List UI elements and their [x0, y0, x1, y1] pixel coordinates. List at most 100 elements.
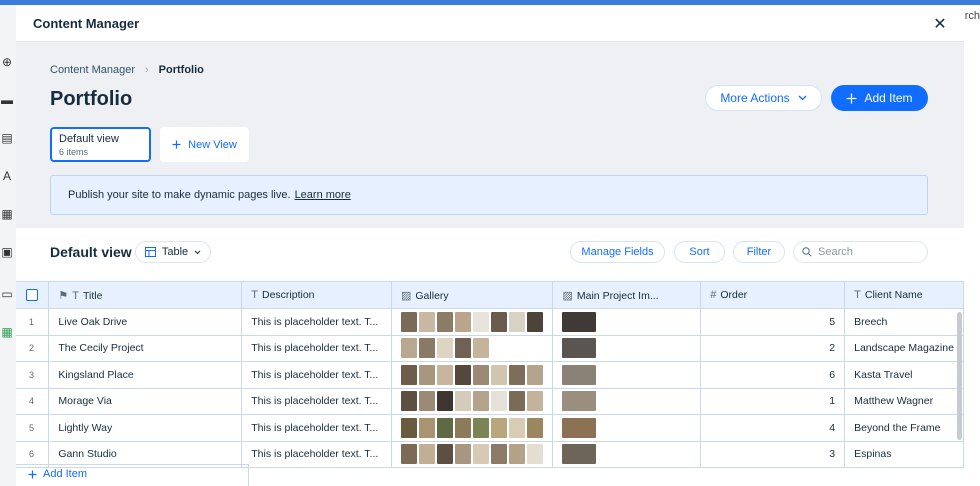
cell-title[interactable]: The Cecily Project: [48, 335, 243, 362]
column-header-title[interactable]: ⚑ T Title: [48, 281, 243, 309]
cell-order[interactable]: 6: [700, 361, 846, 389]
cell-description[interactable]: This is placeholder text. T...: [241, 335, 392, 362]
new-view-button[interactable]: New View: [160, 127, 249, 162]
cell-gallery[interactable]: [391, 441, 554, 468]
cell-order[interactable]: 4: [700, 414, 846, 442]
cell-description[interactable]: This is placeholder text. T...: [241, 388, 392, 415]
table-icon: [144, 247, 156, 257]
design-icon[interactable]: A: [0, 169, 14, 183]
learn-more-link[interactable]: Learn more: [295, 189, 351, 201]
view-card-default[interactable]: Default view 6 items: [50, 127, 151, 162]
cell-gallery[interactable]: [391, 361, 554, 389]
breadcrumb: Content Manager › Portfolio: [50, 64, 204, 76]
table-row[interactable]: 3 Kingsland Place This is placeholder text…: [16, 361, 964, 389]
cell-main-image[interactable]: [552, 414, 702, 442]
cell-main-image[interactable]: [552, 308, 702, 336]
add-item-row-button[interactable]: Add Item: [28, 468, 87, 480]
cell-order[interactable]: 3: [700, 441, 846, 468]
plus-icon: [28, 470, 37, 478]
row-index[interactable]: 4: [16, 388, 50, 415]
media-icon[interactable]: ▭: [0, 287, 14, 301]
select-all-cell: [16, 281, 50, 309]
cell-gallery[interactable]: [391, 414, 554, 442]
cell-client[interactable]: Espinas: [844, 441, 964, 468]
gallery-thumbnails: [400, 391, 544, 412]
menu-icon[interactable]: ▬: [0, 93, 14, 107]
plus-icon: [172, 140, 181, 149]
view-count: 6 items: [59, 147, 89, 157]
row-index[interactable]: 3: [16, 361, 50, 389]
view-type-dropdown[interactable]: Table: [135, 241, 211, 263]
cell-client[interactable]: Beyond the Frame: [844, 414, 964, 442]
gallery-thumbnails: [400, 364, 544, 385]
add-item-row-label: Add Item: [43, 468, 88, 480]
row-index[interactable]: 2: [16, 335, 50, 362]
table-scrollbar[interactable]: [957, 312, 962, 440]
sort-button[interactable]: Sort: [674, 241, 725, 263]
gallery-thumbnail: [508, 364, 526, 385]
breadcrumb-root[interactable]: Content Manager: [50, 64, 135, 76]
cell-order[interactable]: 1: [700, 388, 846, 415]
cell-title[interactable]: Live Oak Drive: [48, 308, 243, 336]
gallery-thumbnail: [508, 444, 526, 465]
gallery-thumbnail: [418, 364, 436, 385]
manage-fields-button[interactable]: Manage Fields: [570, 241, 665, 263]
add-item-label: Add Item: [864, 91, 913, 105]
cms-icon[interactable]: ▦: [0, 325, 14, 339]
select-all-checkbox[interactable]: [26, 289, 38, 302]
main-image-thumbnail: [562, 417, 597, 438]
row-index[interactable]: 1: [16, 308, 50, 336]
column-header-client[interactable]: T Client Name: [844, 281, 964, 309]
business-icon[interactable]: ▣: [0, 245, 14, 259]
cell-description[interactable]: This is placeholder text. T...: [241, 414, 392, 442]
gallery-thumbnail: [436, 338, 454, 359]
column-header-gallery[interactable]: ▨ Gallery: [391, 281, 554, 309]
column-header-order[interactable]: # Order: [700, 281, 846, 309]
row-index[interactable]: 5: [16, 414, 50, 442]
cell-title[interactable]: Lightly Way: [48, 414, 243, 442]
gallery-thumbnail: [454, 417, 472, 438]
add-item-button[interactable]: Add Item: [831, 85, 928, 111]
cell-main-image[interactable]: [552, 335, 702, 362]
column-header-description[interactable]: T Description: [241, 281, 392, 309]
column-header-main-image[interactable]: ▨ Main Project Im...: [552, 281, 702, 309]
text-field-icon: T: [72, 289, 79, 302]
cell-client[interactable]: Breech: [844, 308, 964, 336]
cell-gallery[interactable]: [391, 308, 554, 336]
cell-gallery[interactable]: [391, 335, 554, 362]
cell-main-image[interactable]: [552, 361, 702, 389]
gallery-thumbnail: [436, 311, 454, 332]
search-input[interactable]: [818, 246, 918, 258]
table-row[interactable]: 2 The Cecily Project This is placeholder t…: [16, 335, 964, 362]
filter-button[interactable]: Filter: [733, 241, 785, 263]
background-topbar: [0, 0, 980, 5]
cell-main-image[interactable]: [552, 441, 702, 468]
table-row[interactable]: 5 Lightly Way This is placeholder text. T.…: [16, 414, 964, 442]
apps-icon[interactable]: ▦: [0, 207, 14, 221]
gallery-thumbnail: [436, 444, 454, 465]
cell-title[interactable]: Kingsland Place: [48, 361, 243, 389]
cell-description[interactable]: This is placeholder text. T...: [241, 361, 392, 389]
gallery-thumbnails: [400, 417, 544, 438]
gallery-thumbnail: [436, 364, 454, 385]
table-row[interactable]: 1 Live Oak Drive This is placeholder text.…: [16, 308, 964, 336]
gallery-thumbnail: [418, 391, 436, 412]
table-row[interactable]: 4 Morage Via This is placeholder text. T..…: [16, 388, 964, 415]
cell-main-image[interactable]: [552, 388, 702, 415]
gallery-icon: ▨: [400, 289, 412, 302]
more-actions-button[interactable]: More Actions: [705, 85, 822, 111]
cell-client[interactable]: Kasta Travel: [844, 361, 964, 389]
cell-description[interactable]: This is placeholder text. T...: [241, 441, 392, 468]
add-icon[interactable]: ⊕: [0, 55, 14, 69]
cell-client[interactable]: Matthew Wagner: [844, 388, 964, 415]
cell-order[interactable]: 5: [700, 308, 846, 336]
divider: [248, 464, 249, 486]
cell-title[interactable]: Morage Via: [48, 388, 243, 415]
page-icon[interactable]: ▤: [0, 131, 14, 145]
cell-gallery[interactable]: [391, 388, 554, 415]
close-icon[interactable]: ✕: [930, 14, 950, 34]
cell-client[interactable]: Landscape Magazine: [844, 335, 964, 362]
cell-order[interactable]: 2: [700, 335, 846, 362]
gallery-thumbnail: [472, 417, 490, 438]
cell-description[interactable]: This is placeholder text. T...: [241, 308, 392, 336]
